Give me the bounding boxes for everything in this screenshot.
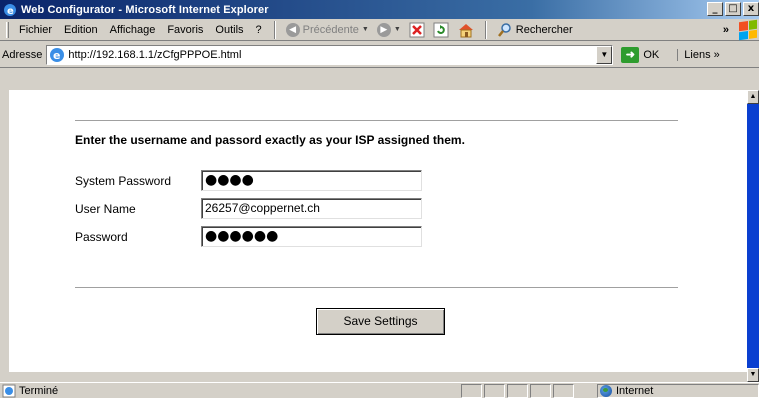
vertical-scrollbar[interactable]: ▲ ▼ xyxy=(747,90,759,382)
menu-favoris[interactable]: Favoris xyxy=(161,24,209,36)
menu-edition[interactable]: Edition xyxy=(58,24,104,36)
address-url: http://192.168.1.1/zCfgPPPOE.html xyxy=(68,48,242,61)
status-cell xyxy=(530,384,551,398)
menu-outils[interactable]: Outils xyxy=(209,24,249,36)
status-cell xyxy=(461,384,482,398)
home-icon xyxy=(458,23,473,37)
address-dropdown-button[interactable]: ▼ xyxy=(596,45,613,64)
menu-fichier[interactable]: Fichier xyxy=(13,24,58,36)
forward-button[interactable]: ▶ ▼ xyxy=(373,22,405,37)
globe-icon xyxy=(600,385,612,397)
search-icon xyxy=(497,22,511,37)
scroll-down-button[interactable]: ▼ xyxy=(747,368,759,382)
user-name-label: User Name xyxy=(75,202,136,216)
svg-text:e: e xyxy=(53,49,60,62)
system-password-label: System Password xyxy=(75,174,172,188)
search-label: Rechercher xyxy=(515,23,573,36)
toolbar-separator-2 xyxy=(484,20,487,39)
home-button[interactable] xyxy=(453,22,479,38)
password-label: Password xyxy=(75,230,128,244)
bottom-divider xyxy=(75,287,678,289)
window-title: Web Configurator - Microsoft Internet Ex… xyxy=(21,3,269,16)
search-button[interactable]: Rechercher xyxy=(493,22,577,38)
maximize-button[interactable]: □ xyxy=(725,2,741,16)
menu-help[interactable]: ? xyxy=(250,24,268,36)
menu-bar: Fichier Edition Affichage Favoris Outils… xyxy=(0,19,759,41)
form-heading: Enter the username and passord exactly a… xyxy=(75,133,465,147)
ie-icon: e xyxy=(2,2,18,18)
forward-arrow-icon: ▶ xyxy=(376,22,391,37)
page-icon: e xyxy=(50,47,65,62)
refresh-icon xyxy=(433,22,449,37)
back-arrow-icon: ◀ xyxy=(285,22,300,37)
status-cell xyxy=(484,384,505,398)
forward-dropdown-icon: ▼ xyxy=(393,26,401,33)
status-bar: Terminé Internet xyxy=(0,382,759,398)
address-input[interactable]: e http://192.168.1.1/zCfgPPPOE.html ▼ xyxy=(46,44,614,65)
links-button[interactable]: Liens » xyxy=(677,48,720,61)
save-settings-button[interactable]: Save Settings xyxy=(316,308,445,335)
menu-affichage[interactable]: Affichage xyxy=(104,24,162,36)
zone-label: Internet xyxy=(616,385,654,397)
svg-text:e: e xyxy=(7,6,14,17)
toolbar-separator xyxy=(273,20,276,39)
status-cell xyxy=(507,384,528,398)
address-label: Adresse xyxy=(2,48,43,61)
status-cell xyxy=(553,384,574,398)
go-button[interactable]: ➜ OK xyxy=(621,46,660,63)
top-divider xyxy=(75,120,678,122)
toolbar-chevron[interactable]: » xyxy=(723,24,729,36)
password-field[interactable]: ●●●●●● xyxy=(201,226,422,247)
refresh-button[interactable] xyxy=(429,22,453,38)
windows-logo-icon xyxy=(739,19,757,40)
status-cells xyxy=(461,384,576,398)
go-label: OK xyxy=(643,48,660,61)
title-bar[interactable]: e Web Configurator - Microsoft Internet … xyxy=(0,0,759,19)
user-name-field[interactable]: 26257@coppernet.ch xyxy=(201,198,422,219)
stop-icon xyxy=(409,22,425,37)
back-dropdown-icon: ▼ xyxy=(361,26,369,33)
close-button[interactable]: x xyxy=(743,2,759,16)
back-label: Précédente xyxy=(302,23,359,36)
page-status-icon xyxy=(2,384,16,397)
security-zone: Internet xyxy=(597,384,759,398)
go-arrow-icon: ➜ xyxy=(621,46,640,63)
menu-grip xyxy=(6,21,9,38)
system-password-field[interactable]: ●●●● xyxy=(201,170,422,191)
scroll-up-button[interactable]: ▲ xyxy=(747,90,759,104)
minimize-button[interactable]: _ xyxy=(707,2,723,16)
address-bar: Adresse e http://192.168.1.1/zCfgPPPOE.h… xyxy=(0,42,759,68)
back-button[interactable]: ◀ Précédente ▼ xyxy=(282,22,373,37)
left-frame-border xyxy=(0,90,9,382)
stop-button[interactable] xyxy=(405,22,429,38)
status-text: Terminé xyxy=(19,384,59,397)
